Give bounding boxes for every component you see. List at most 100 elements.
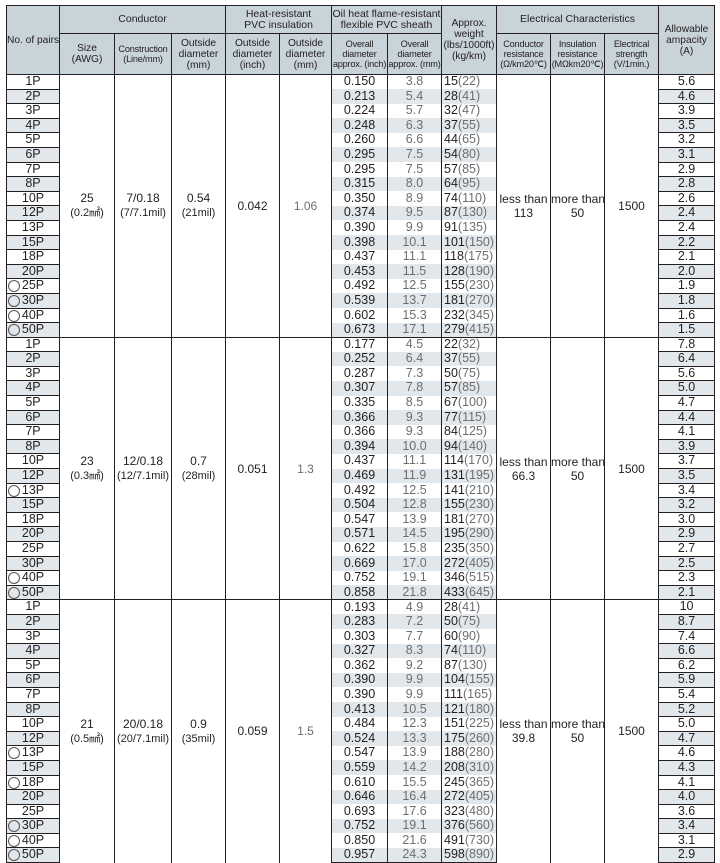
sheath-inch-cell: 0.437: [331, 453, 388, 469]
ampacity-cell: 6.6: [658, 643, 716, 659]
ampacity-cell: 4.0: [658, 789, 716, 805]
sheath-mm-cell: 8.9: [387, 191, 442, 206]
weight-cell: 118(175): [441, 249, 497, 265]
sheath-mm-cell: 7.5: [387, 162, 442, 177]
pairs-cell: 18P: [6, 774, 60, 791]
sheath-mm-cell: 12.8: [387, 497, 442, 513]
header-ins-od-inch: Outside diameter (inch): [225, 33, 280, 75]
pairs-cell: 4P: [6, 117, 60, 134]
sheath-mm-cell: 11.1: [387, 249, 442, 265]
weight-cell: 84(125): [441, 424, 497, 440]
weight-cell: 598(890): [441, 847, 497, 863]
weight-cell: 37(55): [441, 118, 497, 133]
pairs-cell: 15P: [6, 234, 60, 251]
pairs-cell: 8P: [6, 176, 60, 192]
circle-mark-icon: [8, 834, 20, 847]
sheath-mm-cell: 7.3: [387, 366, 442, 381]
sheath-inch-cell: 0.193: [331, 599, 388, 615]
ampacity-cell: 3.9: [658, 439, 716, 455]
ampacity-cell: 5.9: [658, 672, 716, 688]
header-sheath-inch: Overall diameter approx. (inch): [331, 33, 388, 75]
pairs-cell: 40P: [6, 832, 60, 849]
pairs-cell: 7P: [6, 424, 60, 440]
weight-cell: 60(90): [441, 629, 497, 644]
construction-cell: 20/0.18 (20/7.1mil): [114, 599, 172, 863]
sheath-mm-cell: 11.1: [387, 453, 442, 469]
weight-cell: 74(110): [441, 191, 497, 206]
table-row: 1P 21 (0.5㎟) 20/0.18 (20/7.1mil) 0.9 (35mil) 0.…: [6, 599, 716, 863]
pairs-cell: 2P: [6, 613, 60, 630]
ampacity-cell: 2.8: [658, 176, 716, 192]
sheath-mm-cell: 17.0: [387, 556, 442, 571]
sheath-inch-cell: 0.858: [331, 585, 388, 601]
weight-cell: 151(225): [441, 716, 497, 732]
sheath-mm-cell: 16.4: [387, 789, 442, 805]
pairs-cell: 13P: [6, 745, 60, 761]
ampacity-cell: 4.1: [658, 424, 716, 440]
ampacity-cell: 1.5: [658, 322, 716, 338]
circle-mark-icon: [8, 324, 20, 337]
header-conductor: Conductor: [59, 5, 226, 34]
weight-cell: 188(280): [441, 745, 497, 761]
header-strength: Electrical strength (V/1min.): [603, 33, 660, 75]
sheath-mm-cell: 4.9: [387, 599, 442, 615]
weight-cell: 54(80): [441, 147, 497, 163]
pairs-cell: 20P: [6, 789, 60, 805]
weight-cell: 44(65): [441, 132, 497, 148]
sheath-mm-cell: 21.8: [387, 585, 442, 601]
sheath-mm-cell: 15.8: [387, 541, 442, 557]
sheath-mm-cell: 8.5: [387, 395, 442, 411]
ampacity-cell: 2.7: [658, 541, 716, 557]
sheath-inch-cell: 0.602: [331, 308, 388, 323]
weight-cell: 50(75): [441, 366, 497, 381]
sheath-mm-cell: 4.5: [387, 336, 442, 352]
ampacity-cell: 3.7: [658, 453, 716, 470]
circle-mark-icon: [8, 309, 20, 322]
circle-mark-icon: [8, 820, 20, 833]
sheath-mm-cell: 9.3: [387, 410, 442, 425]
weight-cell: 245(365): [441, 775, 497, 790]
weight-cell: 57(85): [441, 380, 497, 396]
sheath-mm-cell: 8.0: [387, 176, 442, 192]
header-pairs: No. of pairs: [6, 5, 60, 75]
pairs-cell: 1P: [6, 336, 60, 353]
sheath-inch-cell: 0.366: [331, 424, 388, 440]
ampacity-cell: 1.8: [658, 293, 716, 309]
header-ins-res: Insulation resistance (MΩkm20℃): [550, 33, 605, 75]
sheath-mm-cell: 5.7: [387, 103, 442, 119]
sheath-mm-cell: 11.5: [387, 264, 442, 279]
sheath-inch-cell: 0.252: [331, 351, 388, 367]
pairs-cell: 20P: [6, 263, 60, 280]
ampacity-cell: 3.0: [658, 512, 716, 528]
electrical-strength-cell: 1500: [603, 599, 660, 863]
pairs-cell: 1P: [6, 74, 60, 90]
pairs-cell: 50P: [6, 847, 60, 863]
pairs-cell: 10P: [6, 190, 60, 207]
weight-cell: 433(645): [441, 585, 497, 601]
sheath-inch-cell: 0.295: [331, 162, 388, 177]
sheath-inch-cell: 0.350: [331, 191, 388, 206]
sheath-inch-cell: 0.362: [331, 658, 388, 673]
table-body: 1P 25 (0.2㎟) 7/0.18 (7/7.1mil) 0.54 (21mil) 0.0…: [6, 74, 716, 863]
ampacity-cell: 3.1: [658, 833, 716, 849]
electrical-strength-cell: 1500: [603, 74, 660, 338]
construction-cell: 12/0.18 (12/7.1mil): [114, 336, 172, 600]
ampacity-cell: 1.6: [658, 308, 716, 324]
pairs-cell: 6P: [6, 672, 60, 688]
sheath-inch-cell: 0.547: [331, 745, 388, 761]
weight-cell: 323(480): [441, 804, 497, 819]
conductor-od-cell: 0.7 (28mil): [171, 336, 226, 600]
weight-cell: 131(195): [441, 468, 497, 484]
sheath-mm-cell: 6.3: [387, 118, 442, 133]
sheath-inch-cell: 0.547: [331, 512, 388, 527]
sheath-mm-cell: 7.5: [387, 147, 442, 163]
weight-cell: 232(345): [441, 308, 497, 323]
sheath-inch-cell: 0.303: [331, 629, 388, 644]
insulation-od-inch-cell: 0.051: [225, 336, 280, 600]
pairs-cell: 6P: [6, 409, 60, 426]
sheath-mm-cell: 7.8: [387, 380, 442, 396]
ampacity-cell: 2.5: [658, 556, 716, 572]
sheath-inch-cell: 0.437: [331, 249, 388, 265]
pairs-cell: 5P: [6, 132, 60, 148]
conductor-od-cell: 0.9 (35mil): [171, 599, 226, 863]
